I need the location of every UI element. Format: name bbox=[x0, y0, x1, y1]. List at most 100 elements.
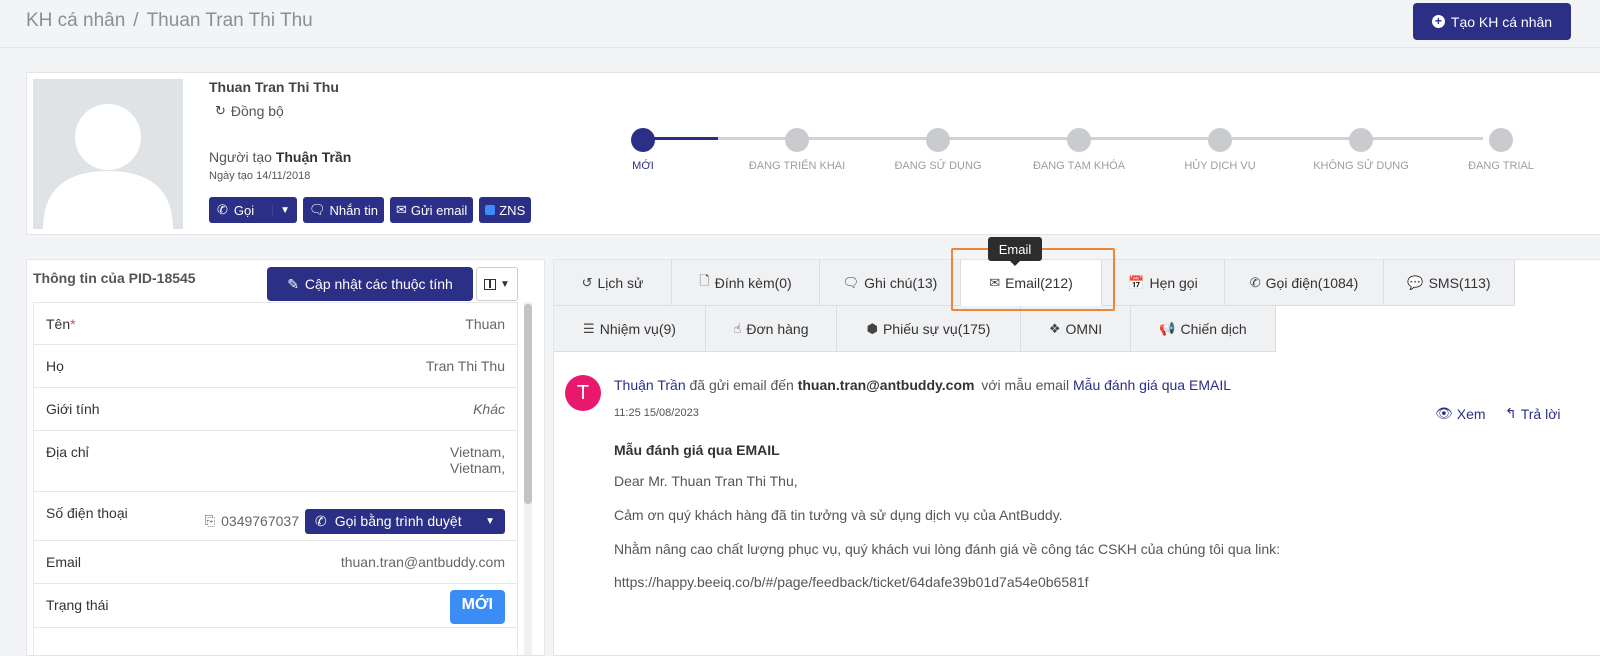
step-dot-7[interactable] bbox=[1489, 128, 1513, 152]
tab-history[interactable]: ↺ Lịch sử bbox=[554, 260, 672, 306]
step-dot-4[interactable] bbox=[1067, 128, 1091, 152]
sender-avatar: T bbox=[565, 375, 601, 411]
field-next bbox=[33, 628, 518, 655]
field-value: thuan.tran@antbuddy.com bbox=[340, 554, 505, 570]
creator-name: Thuận Trần bbox=[275, 149, 352, 165]
step-label-6: KHÔNG SỬ DỤNG bbox=[1313, 160, 1409, 172]
call-button[interactable]: ✆ Gọi ▼ bbox=[209, 197, 297, 223]
step-label-4: ĐANG TẠM KHÓA bbox=[1032, 160, 1126, 172]
view-email-button[interactable]: 👁 Xem bbox=[1435, 405, 1486, 422]
call-browser-button[interactable]: ✆ Gọi bằng trình duyệt ▼ bbox=[305, 508, 505, 534]
sync-button[interactable]: ↻ Đồng bộ bbox=[215, 103, 284, 119]
hand-icon: ☝ bbox=[733, 320, 742, 336]
tab-attachments[interactable]: 🗋 Đính kèm(0) bbox=[672, 260, 820, 306]
send-email-label: Gửi email bbox=[410, 202, 468, 218]
step-dot-2[interactable] bbox=[785, 128, 809, 152]
tab-label: Nhiệm vụ(9) bbox=[599, 320, 676, 337]
field-label: Email bbox=[46, 554, 82, 570]
megaphone-icon: 📢 bbox=[1159, 320, 1176, 336]
field-last-name: Họ Tran Thi Thu bbox=[33, 345, 518, 388]
tab-tooltip: Email bbox=[988, 237, 1042, 266]
tab-appointments[interactable]: 📅 Hẹn gọi bbox=[1102, 260, 1225, 306]
chat-icon: 💬 bbox=[1407, 274, 1424, 290]
zns-button[interactable]: ZNS bbox=[479, 197, 532, 223]
field-label: Giới tính bbox=[46, 401, 100, 417]
phone-icon: ✆ bbox=[217, 202, 228, 217]
tab-label: Đính kèm(0) bbox=[714, 274, 792, 291]
zns-icon bbox=[485, 205, 496, 215]
envelope-icon: ✉ bbox=[395, 202, 407, 217]
create-customer-button[interactable]: + Tạo KH cá nhân bbox=[1413, 3, 1571, 40]
pencil-icon: ✎ bbox=[287, 275, 299, 292]
status-badge[interactable]: MỚI bbox=[449, 590, 505, 624]
chat-icon: 🗨 bbox=[309, 202, 326, 217]
field-value: Vietnam, Vietnam, bbox=[450, 444, 505, 476]
email-body-line-2: Nhằm nâng cao chất lượng phục vụ, quý kh… bbox=[614, 541, 1281, 557]
email-feedback-link[interactable]: https://happy.beeiq.co/b/#/page/feedback… bbox=[614, 574, 1089, 590]
call-browser-label: Gọi bằng trình duyệt bbox=[334, 513, 462, 529]
scrollbar-thumb[interactable] bbox=[524, 304, 532, 504]
field-email: Email thuan.tran@antbuddy.com bbox=[33, 541, 518, 584]
tab-label: OMNI bbox=[1065, 320, 1103, 337]
breadcrumb-root[interactable]: KH cá nhân bbox=[26, 10, 125, 31]
field-label: Địa chỉ bbox=[46, 444, 89, 460]
field-label: Trạng thái bbox=[46, 597, 109, 613]
field-status: Trạng thái MỚI bbox=[33, 584, 518, 628]
info-panel: Thông tin của PID-18545 ✎ Cập nhật các t… bbox=[26, 259, 545, 656]
phone-value-group: ⎘ 0349767037 ✆ Gọi bằng trình duyệt ▼ bbox=[205, 492, 505, 540]
chevron-down-icon[interactable]: ▼ bbox=[272, 204, 297, 216]
phone-icon: ✆ bbox=[1249, 274, 1261, 290]
comment-icon: 🗨 bbox=[842, 274, 860, 290]
copy-icon[interactable]: ⎘ bbox=[205, 513, 215, 529]
step-dot-6[interactable] bbox=[1349, 128, 1373, 152]
tab-tickets[interactable]: ⬢ Phiếu sự vụ(175) bbox=[837, 306, 1021, 352]
columns-icon bbox=[484, 278, 497, 290]
phone-number: 0349767037 bbox=[221, 513, 299, 529]
created-date: Ngày tạo 14/11/2018 bbox=[209, 170, 311, 182]
field-first-name: Tên* Thuan bbox=[33, 302, 518, 345]
history-icon: ↺ bbox=[581, 274, 593, 290]
send-email-button[interactable]: ✉ Gửi email bbox=[389, 197, 474, 223]
tab-campaigns[interactable]: 📢 Chiến dịch bbox=[1131, 306, 1276, 352]
info-list: Tên* Thuan Họ Tran Thi Thu Giới tính Khá… bbox=[33, 302, 518, 655]
reply-email-button[interactable]: ↰ Trả lời bbox=[1505, 405, 1561, 422]
step-label-3: ĐANG SỬ DỤNG bbox=[894, 160, 982, 172]
tab-sms[interactable]: 💬 SMS(113) bbox=[1384, 260, 1515, 306]
field-address: Địa chỉ Vietnam, Vietnam, bbox=[33, 431, 518, 492]
breadcrumb-current: Thuan Tran Thi Thu bbox=[146, 10, 313, 31]
tab-notes[interactable]: 🗨 Ghi chú(13) bbox=[820, 260, 961, 306]
tab-label: Hẹn gọi bbox=[1149, 274, 1198, 291]
tab-calls[interactable]: ✆ Gọi điện(1084) bbox=[1225, 260, 1384, 306]
step-dot-1[interactable] bbox=[631, 128, 655, 152]
field-value: Thuan bbox=[465, 316, 505, 332]
chevron-down-icon[interactable]: ▼ bbox=[485, 516, 495, 527]
email-subject: Mẫu đánh giá qua EMAIL bbox=[614, 442, 780, 458]
email-author[interactable]: Thuận Trần bbox=[614, 377, 686, 393]
email-template-prefix: với mẫu email bbox=[981, 377, 1070, 393]
columns-toggle-button[interactable]: ▼ bbox=[476, 267, 518, 301]
tab-label: Gọi điện(1084) bbox=[1265, 274, 1359, 291]
calendar-icon: 📅 bbox=[1128, 274, 1145, 290]
field-phone: Số điện thoại ⎘ 0349767037 ✆ Gọi bằng tr… bbox=[33, 492, 518, 541]
phone-icon: ✆ bbox=[315, 512, 327, 529]
avatar-placeholder-icon bbox=[43, 104, 173, 229]
update-attributes-button[interactable]: ✎ Cập nhật các thuộc tính bbox=[267, 267, 473, 301]
tab-orders[interactable]: ☝ Đơn hàng bbox=[706, 306, 837, 352]
step-label-7: ĐANG TRIAL bbox=[1468, 160, 1534, 172]
top-bar: KH cá nhân / Thuan Tran Thi Thu + Tạo KH c… bbox=[0, 0, 1600, 48]
field-value: Khác bbox=[473, 401, 505, 417]
email-action-text: đã gửi email đến bbox=[689, 377, 794, 393]
step-dot-5[interactable] bbox=[1208, 128, 1232, 152]
tab-tasks[interactable]: ☰ Nhiệm vụ(9) bbox=[554, 306, 706, 352]
tab-omni[interactable]: ❖ OMNI bbox=[1021, 306, 1131, 352]
email-template-name[interactable]: Mẫu đánh giá qua EMAIL bbox=[1073, 377, 1231, 393]
message-button[interactable]: 🗨 Nhắn tin bbox=[303, 197, 384, 223]
reply-icon: ↰ bbox=[1505, 405, 1517, 421]
step-label-1: MỚI bbox=[632, 160, 654, 172]
breadcrumb-separator: / bbox=[133, 10, 139, 31]
field-gender: Giới tính Khác bbox=[33, 388, 518, 431]
eye-icon: 👁 bbox=[1435, 405, 1453, 421]
message-label: Nhắn tin bbox=[329, 202, 378, 218]
cubes-icon: ❖ bbox=[1048, 320, 1061, 336]
step-dot-3[interactable] bbox=[926, 128, 950, 152]
